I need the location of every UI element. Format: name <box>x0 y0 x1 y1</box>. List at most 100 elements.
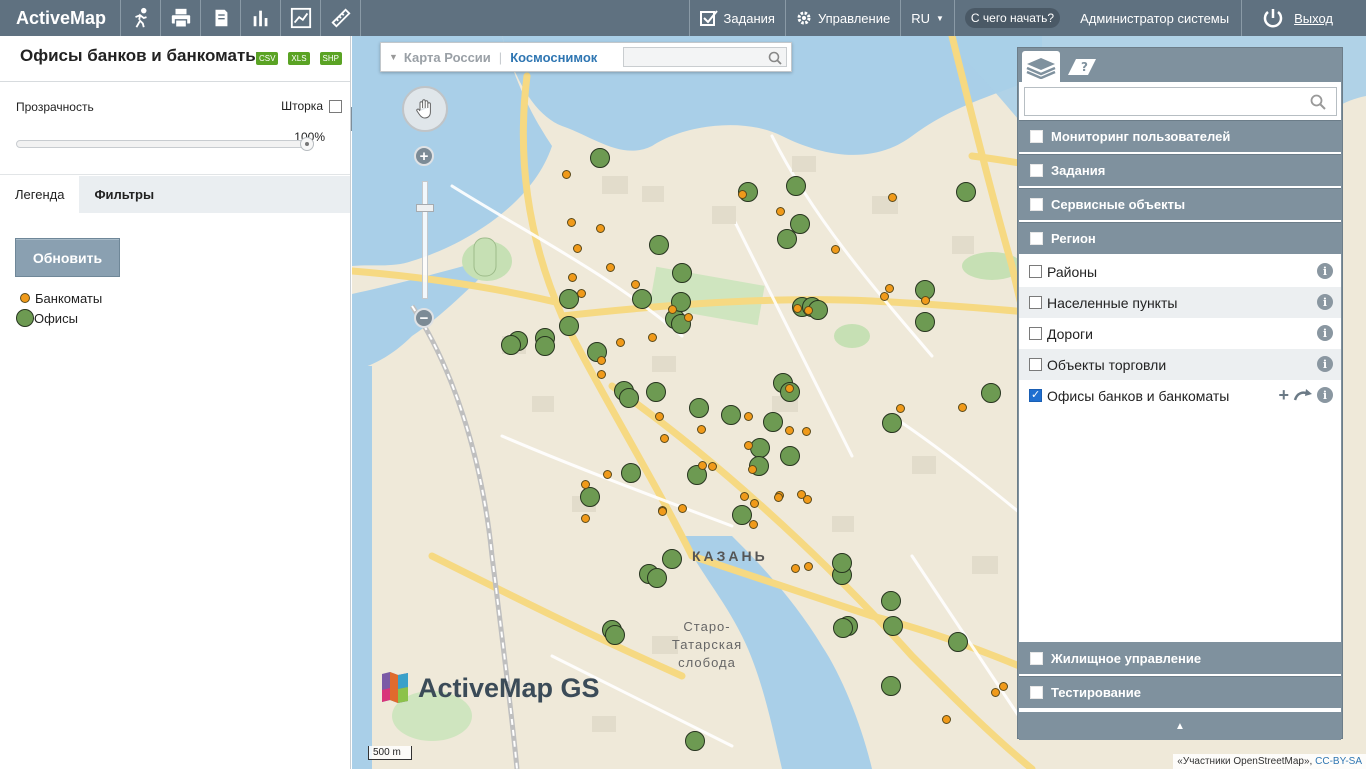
atm-marker[interactable] <box>696 424 706 434</box>
atm-marker[interactable] <box>743 440 753 450</box>
print-button[interactable] <box>161 0 202 36</box>
office-marker[interactable] <box>981 383 1001 403</box>
office-marker[interactable] <box>833 618 853 638</box>
ruler-button[interactable] <box>321 0 362 36</box>
atm-marker[interactable] <box>654 411 664 421</box>
atm-marker[interactable] <box>737 189 747 199</box>
info-icon[interactable]: i <box>1317 387 1333 403</box>
office-marker[interactable] <box>559 316 579 336</box>
office-marker[interactable] <box>689 398 709 418</box>
export-csv-button[interactable]: CSV <box>255 52 279 65</box>
search-icon[interactable] <box>768 51 782 65</box>
layer-checkbox[interactable] <box>1029 358 1042 371</box>
office-marker[interactable] <box>881 676 901 696</box>
logout-item[interactable]: Выход <box>1241 0 1366 36</box>
layer-group-service-objects[interactable]: Сервисные объекты <box>1019 188 1341 220</box>
zoom-in-button[interactable]: + <box>414 146 434 166</box>
add-icon[interactable]: + <box>1278 386 1289 404</box>
atm-marker[interactable] <box>792 303 802 313</box>
license-link[interactable]: CC-BY-SA <box>1315 756 1362 767</box>
office-marker[interactable] <box>685 731 705 751</box>
basemap-russia[interactable]: Карта России <box>404 50 491 65</box>
tasks-menu[interactable]: Задания <box>688 0 785 36</box>
office-marker[interactable] <box>763 412 783 432</box>
tab-layers[interactable] <box>1022 51 1060 82</box>
atm-marker[interactable] <box>659 433 669 443</box>
zoom-slider-rail[interactable] <box>422 181 428 299</box>
atm-marker[interactable] <box>707 461 717 471</box>
office-marker[interactable] <box>750 438 770 458</box>
atm-marker[interactable] <box>567 272 577 282</box>
info-icon[interactable]: i <box>1317 325 1333 341</box>
atm-marker[interactable] <box>920 295 930 305</box>
refresh-button[interactable]: Обновить <box>15 238 120 277</box>
atm-marker[interactable] <box>596 369 606 379</box>
layer-checkbox-checked[interactable] <box>1029 388 1042 402</box>
atm-marker[interactable] <box>990 687 1000 697</box>
basemap-satellite[interactable]: Космоснимок <box>510 50 597 65</box>
chevron-down-icon[interactable]: ▼ <box>389 52 398 62</box>
atm-marker[interactable] <box>748 519 758 529</box>
app-brand[interactable]: ActiveMap <box>0 0 122 36</box>
office-marker[interactable] <box>915 312 935 332</box>
group-checkbox[interactable] <box>1030 130 1043 143</box>
atm-marker[interactable] <box>561 169 571 179</box>
office-marker[interactable] <box>790 214 810 234</box>
atm-marker[interactable] <box>784 425 794 435</box>
atm-marker[interactable] <box>667 304 677 314</box>
logout-link[interactable]: Выход <box>1294 11 1333 26</box>
office-marker[interactable] <box>647 568 667 588</box>
tab-legend[interactable]: Легенда <box>0 176 80 213</box>
atm-marker[interactable] <box>802 494 812 504</box>
help-button[interactable]: С чего начать? <box>964 8 1061 28</box>
layer-item-roads[interactable]: Дороги i <box>1019 318 1341 349</box>
office-marker[interactable] <box>535 336 555 356</box>
opacity-slider-handle[interactable] <box>300 137 314 151</box>
atm-marker[interactable] <box>647 332 657 342</box>
atm-marker[interactable] <box>602 469 612 479</box>
document-button[interactable] <box>201 0 242 36</box>
office-marker[interactable] <box>948 632 968 652</box>
atm-marker[interactable] <box>830 244 840 254</box>
stats-button[interactable] <box>241 0 282 36</box>
group-checkbox[interactable] <box>1030 686 1043 699</box>
info-icon[interactable]: i <box>1317 356 1333 372</box>
atm-marker[interactable] <box>801 426 811 436</box>
redo-arrow-icon[interactable] <box>1293 388 1313 402</box>
atm-marker[interactable] <box>657 506 667 516</box>
export-xls-button[interactable]: XLS <box>288 52 310 65</box>
layer-checkbox[interactable] <box>1029 296 1042 309</box>
atm-marker[interactable] <box>580 513 590 523</box>
office-marker[interactable] <box>721 405 741 425</box>
office-marker[interactable] <box>672 263 692 283</box>
layer-item-trade-objects[interactable]: Объекты торговли i <box>1019 349 1341 380</box>
atm-marker[interactable] <box>576 288 586 298</box>
language-dropdown[interactable]: RU ▼ <box>900 0 954 36</box>
atm-marker[interactable] <box>605 262 615 272</box>
atm-marker[interactable] <box>595 223 605 233</box>
atm-marker[interactable] <box>747 464 757 474</box>
office-marker[interactable] <box>580 487 600 507</box>
line-chart-button[interactable] <box>281 0 322 36</box>
layer-search-input[interactable] <box>1024 87 1337 116</box>
curtain-toggle[interactable]: Шторка <box>281 99 342 113</box>
layer-group-housing[interactable]: Жилищное управление <box>1019 642 1341 674</box>
group-checkbox[interactable] <box>1030 651 1043 665</box>
group-checkbox[interactable] <box>1030 232 1043 245</box>
search-icon[interactable] <box>1310 94 1326 110</box>
layer-group-tasks[interactable]: Задания <box>1019 154 1341 186</box>
layer-checkbox[interactable] <box>1029 327 1042 340</box>
office-marker[interactable] <box>883 616 903 636</box>
atm-marker[interactable] <box>615 337 625 347</box>
office-marker[interactable] <box>649 235 669 255</box>
office-marker[interactable] <box>590 148 610 168</box>
office-marker[interactable] <box>956 182 976 202</box>
office-marker[interactable] <box>619 388 639 408</box>
office-marker[interactable] <box>882 413 902 433</box>
atm-marker[interactable] <box>790 563 800 573</box>
map-search-input[interactable] <box>623 47 787 67</box>
office-marker[interactable] <box>559 289 579 309</box>
layer-checkbox[interactable] <box>1029 265 1042 278</box>
atm-marker[interactable] <box>630 279 640 289</box>
atm-marker[interactable] <box>572 243 582 253</box>
